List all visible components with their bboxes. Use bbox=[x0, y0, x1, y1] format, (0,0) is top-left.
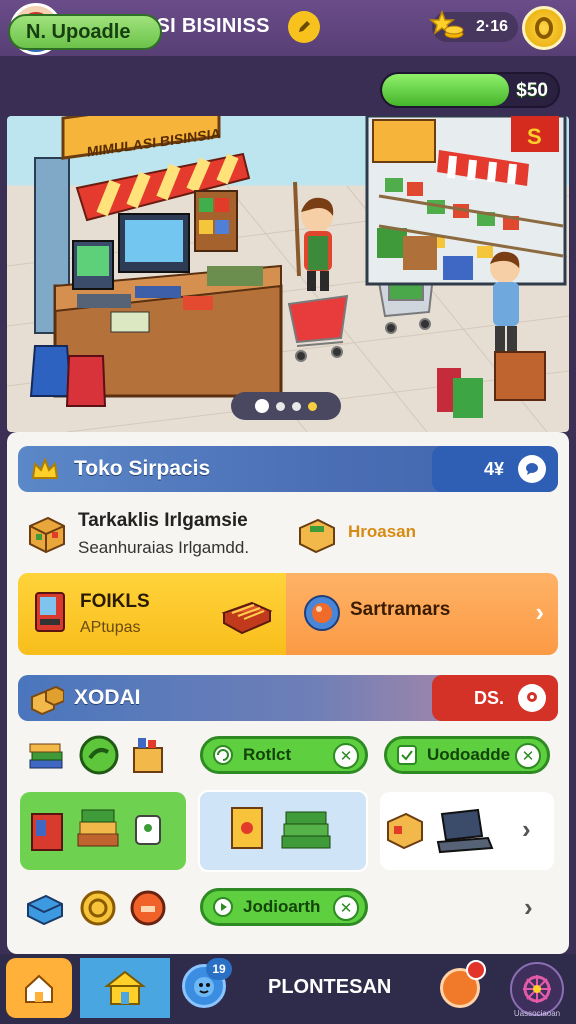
refresh-icon bbox=[213, 745, 233, 765]
boxes-icon bbox=[30, 685, 65, 716]
shop-booth-icon bbox=[31, 813, 63, 851]
coin-count: 2·16 bbox=[475, 18, 508, 35]
item-tile-green[interactable] bbox=[20, 792, 186, 870]
pager-dot[interactable] bbox=[276, 401, 285, 411]
inventory-badge-value: DS. bbox=[473, 687, 504, 708]
shop-section-title: Toko Sirpacis bbox=[74, 457, 211, 480]
home-icon[interactable] bbox=[6, 958, 72, 1018]
shop-info-subtitle: Seanhuraias Irlgamdd. bbox=[78, 538, 250, 557]
shop-section-header[interactable]: Toko Sirpacis 4¥ bbox=[18, 446, 558, 492]
store-card-title: FOIKLS bbox=[80, 591, 150, 612]
chip-jodioarth[interactable]: Jodioarth ✕ bbox=[200, 888, 368, 926]
scene-pager[interactable] bbox=[231, 392, 341, 420]
close-icon[interactable]: ✕ bbox=[333, 743, 359, 769]
settings-caption: Uassociaoan bbox=[513, 1009, 561, 1018]
shop-icon[interactable] bbox=[80, 958, 170, 1018]
shop-action-card[interactable]: FOIKLS APtupas Sartramars › bbox=[18, 573, 558, 655]
close-icon[interactable]: ✕ bbox=[333, 895, 359, 921]
laptop-icon bbox=[436, 808, 494, 854]
supermarket-card-title: Sartramars bbox=[350, 599, 451, 620]
supermarket-card[interactable]: Sartramars › bbox=[286, 573, 558, 655]
pager-dot[interactable] bbox=[292, 401, 301, 411]
close-icon[interactable]: ✕ bbox=[515, 743, 541, 769]
inventory-section-badge[interactable]: DS. bbox=[432, 675, 558, 721]
money-progress-fill bbox=[382, 74, 509, 106]
crate-stack-icon bbox=[77, 809, 119, 847]
green-coin-icon[interactable] bbox=[78, 734, 120, 776]
shop-sign: S bbox=[527, 124, 542, 149]
vending-machine-icon bbox=[30, 589, 70, 635]
chip-uodoadde-label: Uodoadde bbox=[427, 745, 511, 764]
store-card-subtitle: APtupas bbox=[80, 619, 141, 636]
level-badge[interactable]: N. Upoadle bbox=[8, 14, 162, 50]
gold-coin-icon[interactable] bbox=[522, 6, 566, 50]
store-card[interactable]: FOIKLS APtupas bbox=[18, 573, 286, 655]
pager-dot[interactable] bbox=[255, 399, 269, 413]
location-pin-icon bbox=[518, 684, 546, 712]
shop-badge-value: 4¥ bbox=[483, 458, 504, 479]
chevron-right-icon[interactable]: › bbox=[522, 814, 531, 845]
shop-info-row[interactable]: Tarkaklis Irlgamsie Seanhuraias Irlgamdd… bbox=[18, 500, 558, 566]
chip-rotlct[interactable]: Rotlct ✕ bbox=[200, 736, 368, 774]
chip-jodioarth-label: Jodioarth bbox=[243, 897, 321, 916]
shop-info-title: Tarkaklis Irlgamsie bbox=[78, 510, 248, 531]
package-icon bbox=[387, 812, 423, 850]
gift-box-icon[interactable] bbox=[128, 734, 168, 776]
notification-count: 19 bbox=[206, 958, 232, 980]
checkbox-icon bbox=[397, 745, 417, 765]
book-icon bbox=[231, 807, 263, 849]
pager-dot[interactable] bbox=[308, 401, 317, 411]
shopkeeper bbox=[293, 181, 334, 291]
speech-bubble-icon bbox=[518, 455, 546, 483]
cash-register-icon bbox=[218, 589, 274, 637]
grocery-shelf: S bbox=[365, 116, 567, 286]
compass-icon bbox=[302, 593, 342, 633]
tag-icon bbox=[135, 815, 161, 845]
inventory-section-header[interactable]: XODAI DS. bbox=[18, 675, 558, 721]
coin-stack-icon bbox=[428, 6, 466, 44]
chevron-right-icon[interactable]: › bbox=[535, 597, 544, 628]
bottom-nav: 19 PLONTESAN bbox=[0, 954, 576, 1024]
crate-icon bbox=[26, 512, 68, 554]
crown-icon bbox=[30, 456, 60, 484]
book-stack-icon[interactable] bbox=[26, 736, 66, 776]
gold-medal-icon[interactable] bbox=[78, 886, 118, 928]
orange-coin-icon[interactable] bbox=[128, 886, 168, 928]
shop-info-side: Hroasan bbox=[348, 522, 417, 541]
chevron-right-icon[interactable]: › bbox=[524, 892, 533, 923]
shop-scene[interactable]: MIMULASI BISINSIA S bbox=[7, 116, 569, 432]
money-progress-bar: $50 bbox=[380, 72, 560, 108]
inventory-section-title: XODAI bbox=[74, 686, 141, 709]
box-icon bbox=[296, 512, 338, 554]
blue-box-icon[interactable] bbox=[24, 886, 66, 928]
chip-uodoadde[interactable]: Uodoadde ✕ bbox=[384, 736, 550, 774]
play-icon bbox=[213, 897, 233, 917]
shop-section-badge[interactable]: 4¥ bbox=[432, 446, 558, 492]
nav-label[interactable]: PLONTESAN bbox=[268, 976, 391, 999]
item-tile-white[interactable]: › bbox=[380, 792, 554, 870]
alert-dot bbox=[466, 960, 486, 980]
pencil-icon[interactable] bbox=[288, 11, 320, 43]
level-label: N. Upoadle bbox=[26, 20, 131, 43]
money-label: $50 bbox=[516, 80, 548, 101]
market-stall: MIMULASI BISINSIA bbox=[29, 116, 283, 407]
book-stack-icon bbox=[281, 811, 331, 849]
settings-icon[interactable] bbox=[510, 962, 564, 1016]
chip-rotlct-label: Rotlct bbox=[243, 745, 292, 764]
item-tile-blue[interactable] bbox=[198, 790, 368, 872]
